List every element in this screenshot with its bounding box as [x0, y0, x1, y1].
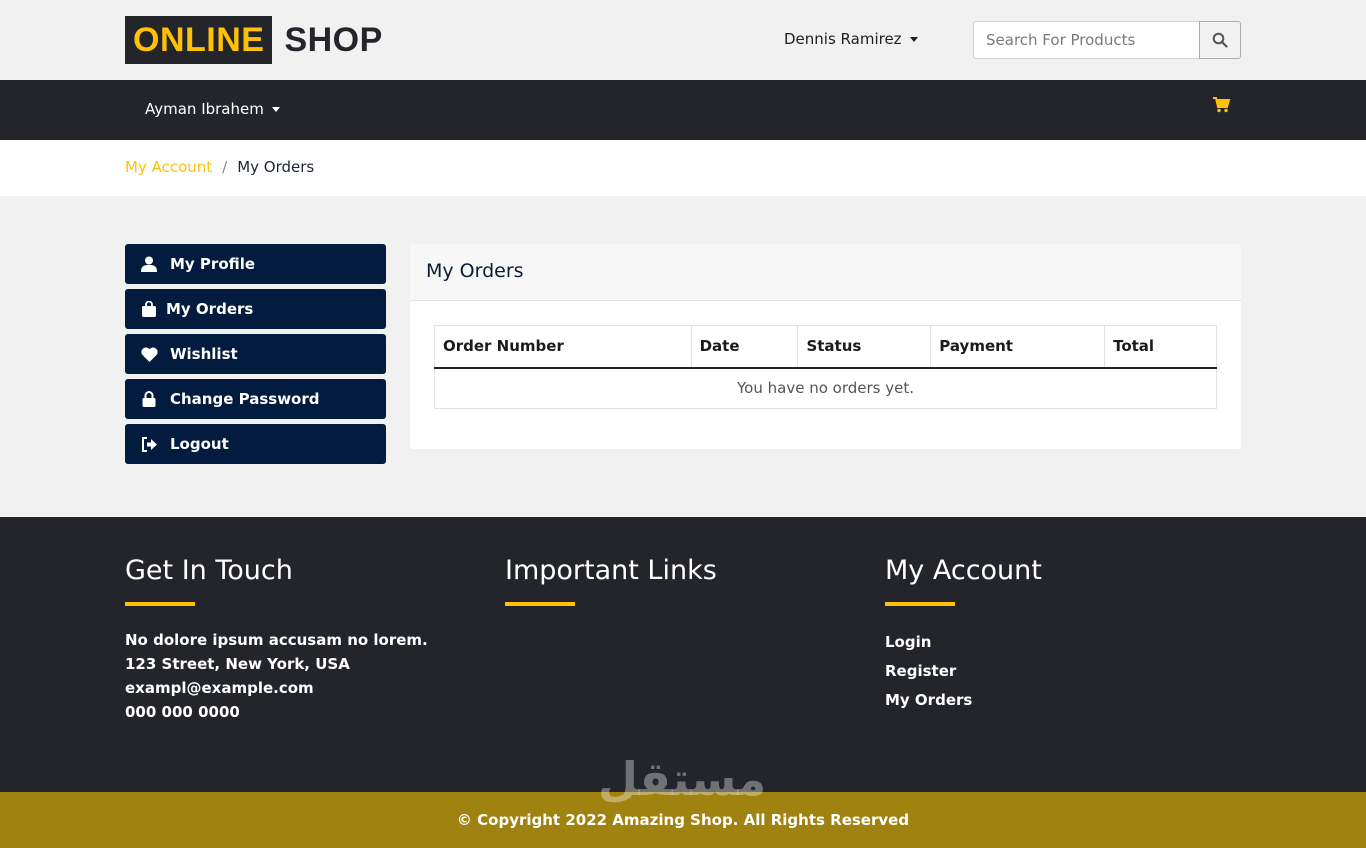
- sidebar-item-label: Logout: [170, 435, 229, 453]
- sidebar-item-logout[interactable]: Logout: [125, 424, 386, 464]
- footer-title-underline: [885, 602, 955, 606]
- chevron-down-icon: [271, 106, 280, 112]
- column-header-status: Status: [797, 325, 932, 369]
- breadcrumb-separator: /: [222, 158, 228, 176]
- footer-contact-address: No dolore ipsum accusam no lorem.: [125, 631, 428, 649]
- sidebar-item-label: My Orders: [166, 300, 254, 318]
- column-header-order-number: Order Number: [434, 325, 692, 369]
- sidebar-item-label: Change Password: [170, 390, 320, 408]
- top-user-dropdown[interactable]: Dennis Ramirez: [784, 30, 918, 48]
- nav-user-dropdown[interactable]: Ayman Ibrahem: [145, 100, 280, 118]
- breadcrumb: My Account / My Orders: [125, 158, 314, 176]
- sidebar-item-label: My Profile: [170, 255, 256, 273]
- footer-contact-title: Get In Touch: [125, 555, 293, 586]
- footer-title-underline: [125, 602, 195, 606]
- logo-part-online: ONLINE: [125, 16, 273, 64]
- footer-my-account: My Account Login Register My Orders: [885, 555, 1042, 715]
- column-header-date: Date: [690, 325, 799, 369]
- heart-icon: [140, 345, 158, 363]
- copyright-text: © Copyright 2022 Amazing Shop. All Right…: [456, 811, 910, 829]
- orders-card-title: My Orders: [410, 244, 1241, 301]
- sidebar-item-label: Wishlist: [170, 345, 238, 363]
- table-row: You have no orders yet.: [434, 367, 1217, 409]
- chevron-down-icon: [909, 36, 918, 42]
- site-footer: Get In Touch No dolore ipsum accusam no …: [0, 517, 1366, 792]
- sidebar-item-my-orders[interactable]: My Orders: [125, 289, 386, 329]
- sidebar-item-change-password[interactable]: Change Password: [125, 379, 386, 419]
- footer-contact: Get In Touch No dolore ipsum accusam no …: [125, 555, 428, 724]
- logout-icon: [140, 435, 158, 453]
- footer-account-title: My Account: [885, 555, 1042, 586]
- orders-table: Order Number Date Status Payment Total Y…: [434, 325, 1217, 409]
- breadcrumb-link-my-account[interactable]: My Account: [125, 158, 212, 176]
- top-user-name: Dennis Ramirez: [784, 30, 902, 48]
- footer-account-links: Login Register My Orders: [885, 628, 1042, 715]
- search-icon: [1212, 32, 1228, 48]
- column-header-total: Total: [1104, 325, 1217, 369]
- orders-card: My Orders Order Number Date Status Payme…: [410, 244, 1241, 449]
- sidebar-item-wishlist[interactable]: Wishlist: [125, 334, 386, 374]
- cart-button[interactable]: [1213, 97, 1231, 117]
- breadcrumb-bar: My Account / My Orders: [0, 140, 1366, 196]
- lock-icon: [140, 390, 158, 408]
- footer-title-underline: [505, 602, 575, 606]
- nav-user-name: Ayman Ibrahem: [145, 100, 264, 118]
- footer-contact-email: exampl@example.com: [125, 679, 314, 697]
- user-icon: [140, 255, 158, 273]
- footer-contact-phone: 000 000 0000: [125, 703, 240, 721]
- breadcrumb-current: My Orders: [237, 158, 315, 176]
- site-logo[interactable]: ONLINE SHOP: [125, 16, 383, 64]
- footer-link-login[interactable]: Login: [885, 628, 1042, 657]
- footer-contact-street: 123 Street, New York, USA: [125, 655, 350, 673]
- bag-icon: [140, 300, 158, 318]
- footer-important-links: Important Links: [505, 555, 717, 628]
- main-navbar: Ayman Ibrahem: [0, 80, 1366, 140]
- sidebar-item-my-profile[interactable]: My Profile: [125, 244, 386, 284]
- search-button[interactable]: [1199, 21, 1241, 59]
- cart-icon: [1213, 97, 1231, 113]
- empty-orders-message: You have no orders yet.: [434, 367, 1217, 409]
- account-sidebar: My Profile My Orders Wishlist Change Pas…: [125, 244, 386, 469]
- logo-part-shop: SHOP: [284, 20, 383, 59]
- footer-links-title: Important Links: [505, 555, 717, 586]
- table-header-row: Order Number Date Status Payment Total: [434, 325, 1217, 369]
- top-header: ONLINE SHOP Dennis Ramirez: [0, 0, 1366, 80]
- footer-link-register[interactable]: Register: [885, 657, 1042, 686]
- watermark: مستقل: [598, 752, 767, 806]
- footer-link-my-orders[interactable]: My Orders: [885, 686, 1042, 715]
- column-header-payment: Payment: [930, 325, 1106, 369]
- search-input[interactable]: [973, 21, 1199, 59]
- search-form: [973, 21, 1241, 59]
